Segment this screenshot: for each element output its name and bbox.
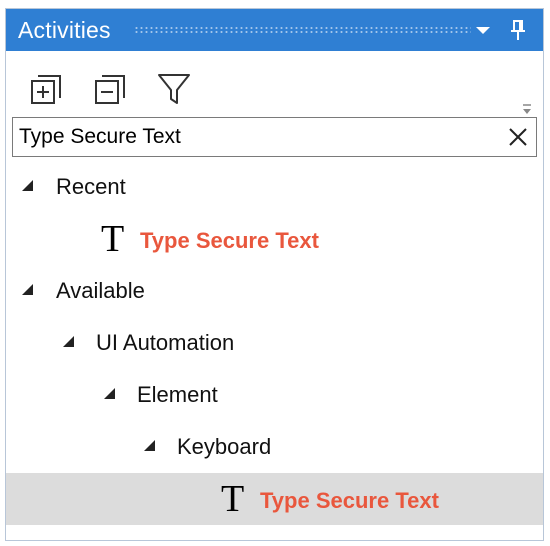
collapse-all-button[interactable] [92,71,128,107]
filter-button[interactable] [156,71,192,107]
activity-search-box [12,117,537,157]
text-activity-icon: T [221,478,245,520]
dropdown-triangle-icon [476,27,490,34]
activity-label: Type Secure Text [260,488,439,513]
tree-node-element[interactable]: Element [6,369,543,421]
search-input[interactable] [15,118,485,156]
expand-arrow-icon[interactable] [22,284,33,295]
activity-label: Type Secure Text [140,228,319,253]
expand-arrow-icon[interactable] [63,336,74,347]
toolbar-overflow-button[interactable] [521,101,533,115]
pin-icon [511,20,525,40]
activities-panel: Activities Type Secure Text Recent T Typ… [5,8,544,541]
expand-arrow-icon[interactable] [104,388,115,399]
funnel-icon [158,74,190,104]
minus-square-icon [95,75,125,104]
expand-arrow-icon[interactable] [22,180,33,191]
tree-node-available[interactable]: Available [6,265,543,317]
node-label: Element [137,382,218,407]
pin-button[interactable] [506,9,530,51]
close-icon [509,128,527,146]
clear-search-button[interactable] [506,125,530,149]
panel-title: Activities [18,17,111,43]
tree-item-recent-activity[interactable]: T Type Secure Text [6,213,543,265]
tree-node-recent[interactable]: Recent [6,161,543,213]
node-label: Available [56,278,145,303]
node-label: Keyboard [177,434,272,459]
tree-node-keyboard[interactable]: Keyboard [6,421,543,473]
plus-square-icon [31,75,61,104]
panel-titlebar[interactable]: Activities [6,9,543,51]
overflow-chevron-icon [523,104,531,114]
node-label: Recent [56,174,126,199]
text-activity-icon: T [101,218,125,260]
panel-menu-button[interactable] [471,9,495,51]
expand-all-button[interactable] [28,71,64,107]
expand-arrow-icon[interactable] [144,440,155,451]
tree-item-type-secure-text[interactable]: T Type Secure Text [6,473,543,525]
node-label: UI Automation [96,330,235,355]
tree-node-ui-automation[interactable]: UI Automation [6,317,543,369]
panel-toolbar [6,51,543,117]
titlebar-grip[interactable] [134,26,471,34]
